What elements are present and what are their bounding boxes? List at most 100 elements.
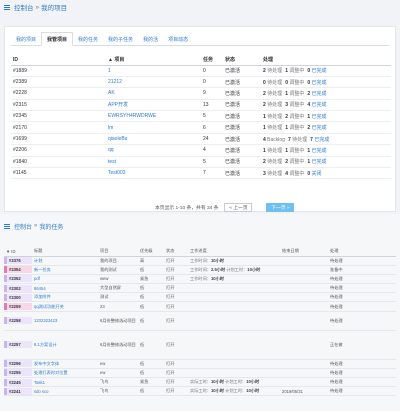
project-link[interactable]: lm [108, 125, 113, 131]
table-row[interactable]: #2345 EWRSYH4RWDRWE 5 已激活 1 待处理 2 调整中 1 已完成 [11, 110, 391, 123]
task-id-tag[interactable]: #2302 [4, 284, 32, 292]
task-title-link[interactable]: 发布中文字体 [34, 361, 59, 366]
progress-label[interactable]: 调整中 [289, 91, 304, 97]
table-row[interactable]: #1840 test 5 已激活 2 待处理 2 调整中 1 已完成 [11, 156, 391, 169]
project-link[interactable]: qq [108, 147, 114, 153]
project-link[interactable]: test [108, 159, 116, 165]
col-header-status[interactable]: 状态 [223, 55, 261, 66]
table-row[interactable]: #2228 AK 9 已激活 2 待处理 1 调整中 2 已完成 [11, 87, 391, 100]
col-header-id[interactable]: ▼ ID [4, 247, 32, 257]
col-header-title[interactable]: 标题 [32, 247, 98, 257]
progress-label[interactable]: 已完成 [314, 137, 329, 143]
project-link[interactable]: 21212 [108, 79, 122, 85]
task-id-tag[interactable]: #2245 [4, 378, 32, 386]
progress-label[interactable]: 调整中 [289, 80, 304, 86]
progress-label[interactable]: 待处理 [267, 114, 282, 120]
tab-2[interactable]: 我的任务 [73, 32, 103, 46]
table-row[interactable]: #2315 APP开发 13 已激活 2 待处理 3 调整中 4 已完成 [11, 99, 391, 112]
task-id-tag[interactable]: #2376 [4, 257, 32, 265]
task-title-link[interactable]: 6.1方案设计 [34, 342, 57, 347]
col-header-priority[interactable]: 优先级 [138, 247, 164, 257]
task-title-link[interactable]: 计划 [34, 258, 42, 263]
table-row[interactable]: #2257 6.1方案设计 6月份整修选动项目低打开 正在做 [4, 330, 396, 360]
table-row[interactable]: #2170 lm 6 已激活 1 待处理 1 调整中 2 已完成 [11, 121, 391, 134]
table-row[interactable]: #2302 86454 大型自然屏低打开 待处理 [4, 283, 396, 294]
table-row[interactable]: #2354 新一任务 我的测试低打开 工作时间：2.5小时 计划工时：10小时 准备中 [4, 265, 396, 275]
progress-label[interactable]: 待处理 [267, 91, 282, 97]
progress-label[interactable]: 待处理 [267, 102, 282, 108]
table-row[interactable]: #1145 Test003 7 已激活 3 待处理 4 调整中 0 关闭 [11, 167, 391, 180]
task-id-tag[interactable]: #2300 [4, 293, 32, 301]
task-title-link[interactable]: 新一任务 [34, 267, 51, 272]
table-row[interactable]: #2256 发布中文字体 ew 低打开 待处理 [4, 359, 396, 369]
table-row[interactable]: #1699 qiaoleBu 24 已激活 4 Backlog 7 待处理 7 已完成 [11, 133, 391, 146]
table-row[interactable]: #2258 1232323423 6月份整修选动项目低打开 待处理 [4, 311, 396, 331]
tab-4[interactable]: 我的活 [138, 32, 163, 46]
task-title-link[interactable]: 处理打表时对位置 [34, 370, 68, 375]
col-header-id[interactable]: ID [11, 55, 106, 66]
table-row[interactable]: #1889 1 0 已激活 2 待处理 1 调整中 0 已完成 [11, 65, 391, 77]
table-row[interactable]: #2255 处理打表时对位置 ew 低打开 待处理 [4, 368, 396, 379]
progress-label[interactable]: 调整中 [289, 125, 304, 131]
task-id-tag[interactable]: #2352 [4, 275, 32, 283]
task-id-tag[interactable]: #2256 [4, 360, 32, 368]
progress-label[interactable]: 调整中 [289, 159, 304, 165]
progress-label[interactable]: 待处理 [267, 125, 282, 131]
progress-label[interactable]: 调整中 [289, 102, 304, 108]
progress-label[interactable]: 待处理 [267, 80, 282, 86]
task-title-link[interactable]: 添加附件 [34, 294, 51, 299]
task-id-tag[interactable]: #2259 [4, 303, 32, 311]
progress-label[interactable]: 待处理 [267, 159, 282, 165]
progress-label[interactable]: 待处理 [267, 68, 282, 74]
project-link[interactable]: 1 [108, 68, 111, 74]
next-page-button[interactable]: 下一页 » [266, 203, 295, 212]
progress-label[interactable]: 调整中 [289, 171, 304, 177]
col-header-project[interactable]: 项目 [98, 247, 138, 257]
table-row[interactable]: #2259 qq测试功能开关 23 低打开 待处理 [4, 301, 396, 312]
breadcrumb-root-link[interactable]: 控制台 [14, 2, 34, 12]
progress-label[interactable]: 关闭 [312, 171, 322, 177]
project-link[interactable]: qiaoleBu [108, 136, 127, 142]
table-row[interactable]: #2245 Task1 飞鸟 紧急 打开 实际工时：10小时 计划工时：10小时 待处理 [4, 377, 396, 388]
table-row[interactable]: #2352 pdf wew 紧急 打开 工作时间：10小时 待处理 [4, 274, 396, 285]
tab-5[interactable]: 项目动态 [163, 32, 193, 46]
task-id-tag[interactable]: #2258 [4, 317, 32, 325]
progress-label[interactable]: 待处理 [267, 171, 282, 177]
task-title-link[interactable]: Task1 [34, 380, 45, 385]
progress-label[interactable]: 调整中 [289, 114, 304, 120]
progress-label[interactable]: Backlog [267, 137, 285, 143]
tab-3[interactable]: 我的子任务 [103, 32, 138, 46]
task-id-tag[interactable]: #2354 [4, 266, 32, 274]
progress-label[interactable]: 已完成 [312, 68, 327, 74]
table-row[interactable]: #2241 sdo sco 飞鸟低打开 实际工时：10小时 计划工时：10小时 2019… [4, 386, 396, 397]
project-link[interactable]: AK [108, 90, 115, 96]
col-header-project[interactable]: ▲ 项目 [106, 55, 201, 66]
progress-label[interactable]: 已完成 [312, 148, 327, 154]
task-id-tag[interactable]: #2241 [4, 387, 32, 395]
progress-label[interactable]: 调整中 [289, 148, 304, 154]
task-title-link[interactable]: 1232323423 [34, 318, 57, 323]
task-title-link[interactable]: qq测试功能开关 [34, 304, 64, 309]
prev-page-button[interactable]: « 上一页 [224, 203, 253, 212]
task-title-link[interactable]: 86454 [34, 286, 46, 291]
col-header-tasks[interactable]: 任务 [201, 55, 223, 66]
col-header-end-date[interactable]: 结束日期 [280, 247, 328, 257]
tab-1[interactable]: 我管项目 [41, 32, 74, 46]
menu-icon[interactable] [4, 4, 10, 10]
col-header-status[interactable]: 状态 [164, 247, 188, 257]
project-link[interactable]: EWRSYH4RWDRWE [108, 113, 156, 119]
table-row[interactable]: #2389 21212 0 已激活 0 待处理 0 调整中 0 已完成 [11, 76, 391, 89]
table-row[interactable]: #2300 添加附件 测试低打开 待处理 [4, 292, 396, 303]
task-id-tag[interactable]: #2257 [4, 341, 32, 349]
task-title-link[interactable]: pdf [34, 276, 40, 281]
progress-label[interactable]: 已完成 [312, 102, 327, 108]
task-id-tag[interactable]: #2255 [4, 369, 32, 377]
progress-label[interactable]: 已完成 [312, 80, 327, 86]
breadcrumb-root-link[interactable]: 控制台 [14, 222, 32, 231]
project-link[interactable]: Test003 [108, 170, 126, 176]
table-row[interactable]: #2376 计划 我的项目高打开 工作时间：10小时 待处理 [4, 256, 396, 266]
progress-label[interactable]: 待处理 [292, 137, 307, 143]
task-title-link[interactable]: sdo sco [34, 389, 48, 394]
progress-label[interactable]: 已完成 [312, 91, 327, 97]
progress-label[interactable]: 已完成 [312, 159, 327, 165]
